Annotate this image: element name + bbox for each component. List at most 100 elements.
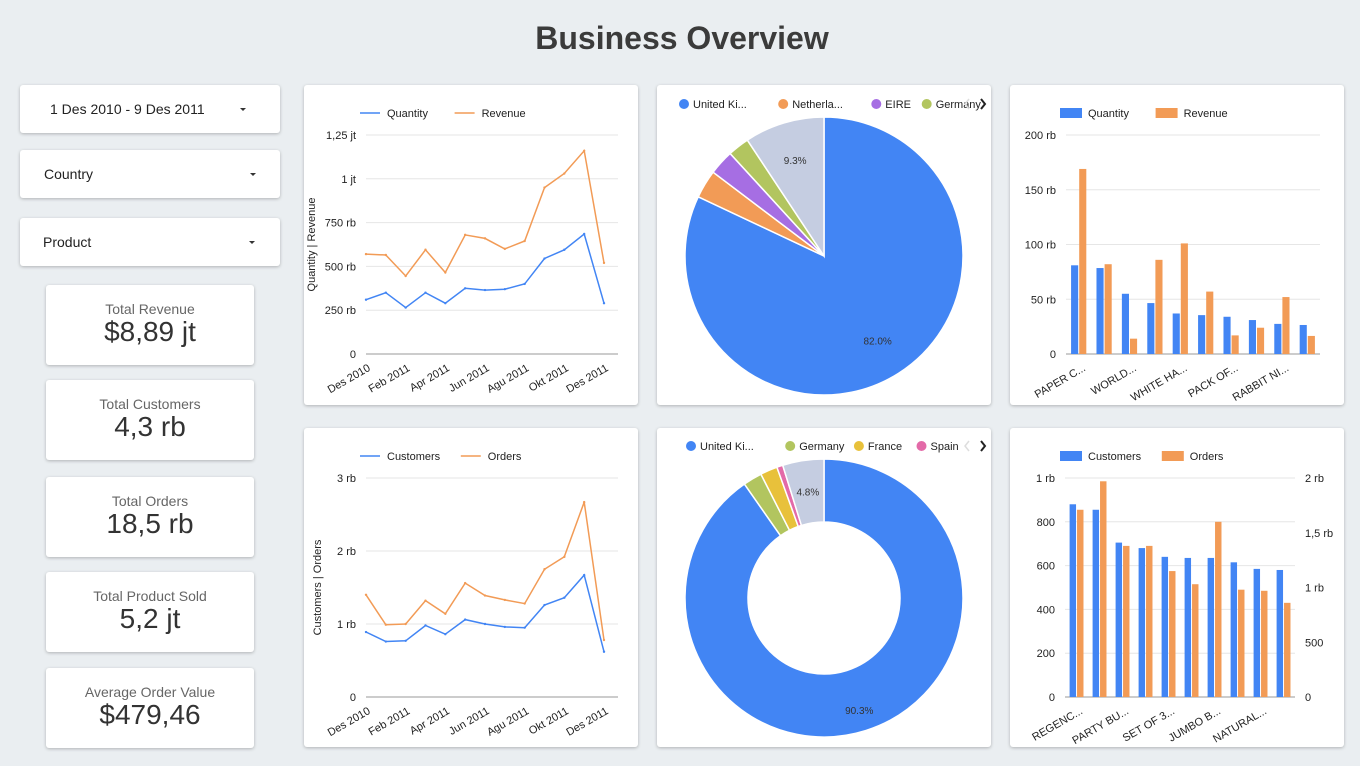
bar-revenue [1155,259,1163,354]
x-tick-label: Apr 2011 [408,705,452,737]
legend-swatch [1060,108,1082,118]
data-point [563,248,566,251]
y-axis-label: Customers | Orders [312,539,324,635]
legend-swatch [853,441,864,451]
y-tick-label: 2 rb [337,546,356,558]
legend-label: Netherla... [792,99,843,111]
data-point [543,568,546,571]
kpi-value: 18,5 rb [106,508,194,539]
legend-label: United Ki... [693,99,747,111]
bar-quantity [1223,316,1231,354]
chart-panel-revenue-by-country: 82.0% 9.3% United Ki... Netherla... EIRE Germ… [657,85,991,405]
x-tick-label: Okt 2011 [527,362,571,394]
data-point [483,622,487,626]
legend-label: Orders [1190,451,1224,463]
date-range-filter[interactable]: 1 Des 2010 - 9 Des 2011 [20,85,280,133]
kpi-label: Total Customers [99,396,201,412]
data-point [424,248,427,251]
bar-orders [1261,590,1268,697]
data-point [503,287,507,291]
kpi-value: 5,2 jt [119,603,181,634]
pie-data-label: 90.3% [845,706,873,717]
product-filter-label: Product [43,234,92,250]
chart-panel-top-products-customers: 0 200 400 600 800 1 rb 0 500 1 rb 1,5 rb 2 rb REGEN… [1010,428,1344,747]
y-right-tick-label: 1,5 rb [1305,528,1333,540]
bar-orders [1123,545,1130,697]
legend-label: Quantity [387,108,428,120]
bar-customers [1092,509,1100,697]
y-tick-label: 1 rb [1036,473,1055,485]
data-point [444,271,447,274]
data-point [563,596,566,599]
bar-customers [1069,504,1077,697]
data-point [582,573,586,577]
data-point [483,594,487,597]
legend-label: Customers [1088,451,1142,463]
x-tick-label: Jun 2011 [447,362,491,395]
bar-orders [1100,481,1107,697]
x-tick-label: Des 2011 [564,362,610,396]
y-tick-label: 200 [1037,648,1055,660]
legend-label: United Ki... [700,441,754,453]
chart-panel-customers-orders: 0 1 rb 2 rb 3 rb Des 2010 Feb 2011 Apr 2011 Jun… [304,428,638,747]
bar-customers [1230,562,1238,697]
data-point [384,623,388,626]
data-point [384,291,388,294]
x-tick-label: Feb 2011 [367,705,413,738]
legend-swatch [1155,108,1178,118]
bar-quantity [1071,265,1079,354]
legend-label: Germany [799,441,845,453]
line-chart-customers-orders: 0 1 rb 2 rb 3 rb Des 2010Feb 2011Apr 2011Jun… [312,451,618,739]
bar-quantity [1172,313,1180,354]
series-line-orders [365,501,605,641]
bar-revenue [1180,243,1188,354]
data-point [424,291,427,294]
y-right-tick-label: 500 [1305,637,1323,649]
kpi-value: $479,46 [99,699,201,730]
x-tick-label: PAPER C... [1033,362,1088,401]
y-tick-label: 0 [1050,349,1056,361]
data-point [503,625,507,629]
y-tick-label: 100 rb [1025,240,1056,252]
legend-swatch [686,441,696,451]
legend-swatch [871,99,882,109]
data-point [444,612,447,615]
bar-revenue [1256,327,1265,354]
bar-customers [1276,569,1284,697]
pie-chart-revenue-by-country: 82.0% 9.3% United Ki... Netherla... EIRE Germ… [679,98,987,396]
data-point [463,287,467,290]
kpi-average-order-value: Average Order Value $479,46 [46,668,254,748]
y-tick-label: 250 rb [325,305,356,317]
x-tick-label: WHITE HA... [1129,362,1190,404]
bar-customers [1253,568,1261,697]
legend-label: France [868,441,902,453]
chevron-down-icon [249,240,255,244]
country-filter[interactable]: Country [20,150,280,198]
x-tick-label: Des 2010 [326,362,373,396]
pie-data-label: 4.8% [796,488,819,499]
page-title: Business Overview [535,20,829,56]
product-filter[interactable]: Product [20,218,280,266]
bar-quantity [1274,323,1282,354]
y-tick-label: 150 rb [1025,185,1056,197]
data-point [404,274,407,278]
bar-orders [1146,545,1153,697]
bar-orders [1284,602,1291,697]
series-line-customers [365,573,605,652]
x-tick-label: RABBIT NI... [1231,362,1291,404]
bar-quantity [1248,320,1256,354]
y-tick-label: 50 rb [1031,294,1056,306]
y-tick-label: 3 rb [337,473,356,485]
chevron-down-icon [240,107,246,111]
legend-swatch [1060,451,1082,461]
x-tick-label: Feb 2011 [367,362,413,395]
bar-revenue [1104,264,1112,354]
data-point [523,239,526,243]
bar-revenue [1282,297,1290,354]
bar-orders [1192,584,1199,697]
data-point [424,599,427,602]
data-point [404,639,407,642]
x-tick-label: Okt 2011 [527,705,571,737]
legend-label: Customers [387,451,441,463]
bar-revenue [1129,338,1138,354]
